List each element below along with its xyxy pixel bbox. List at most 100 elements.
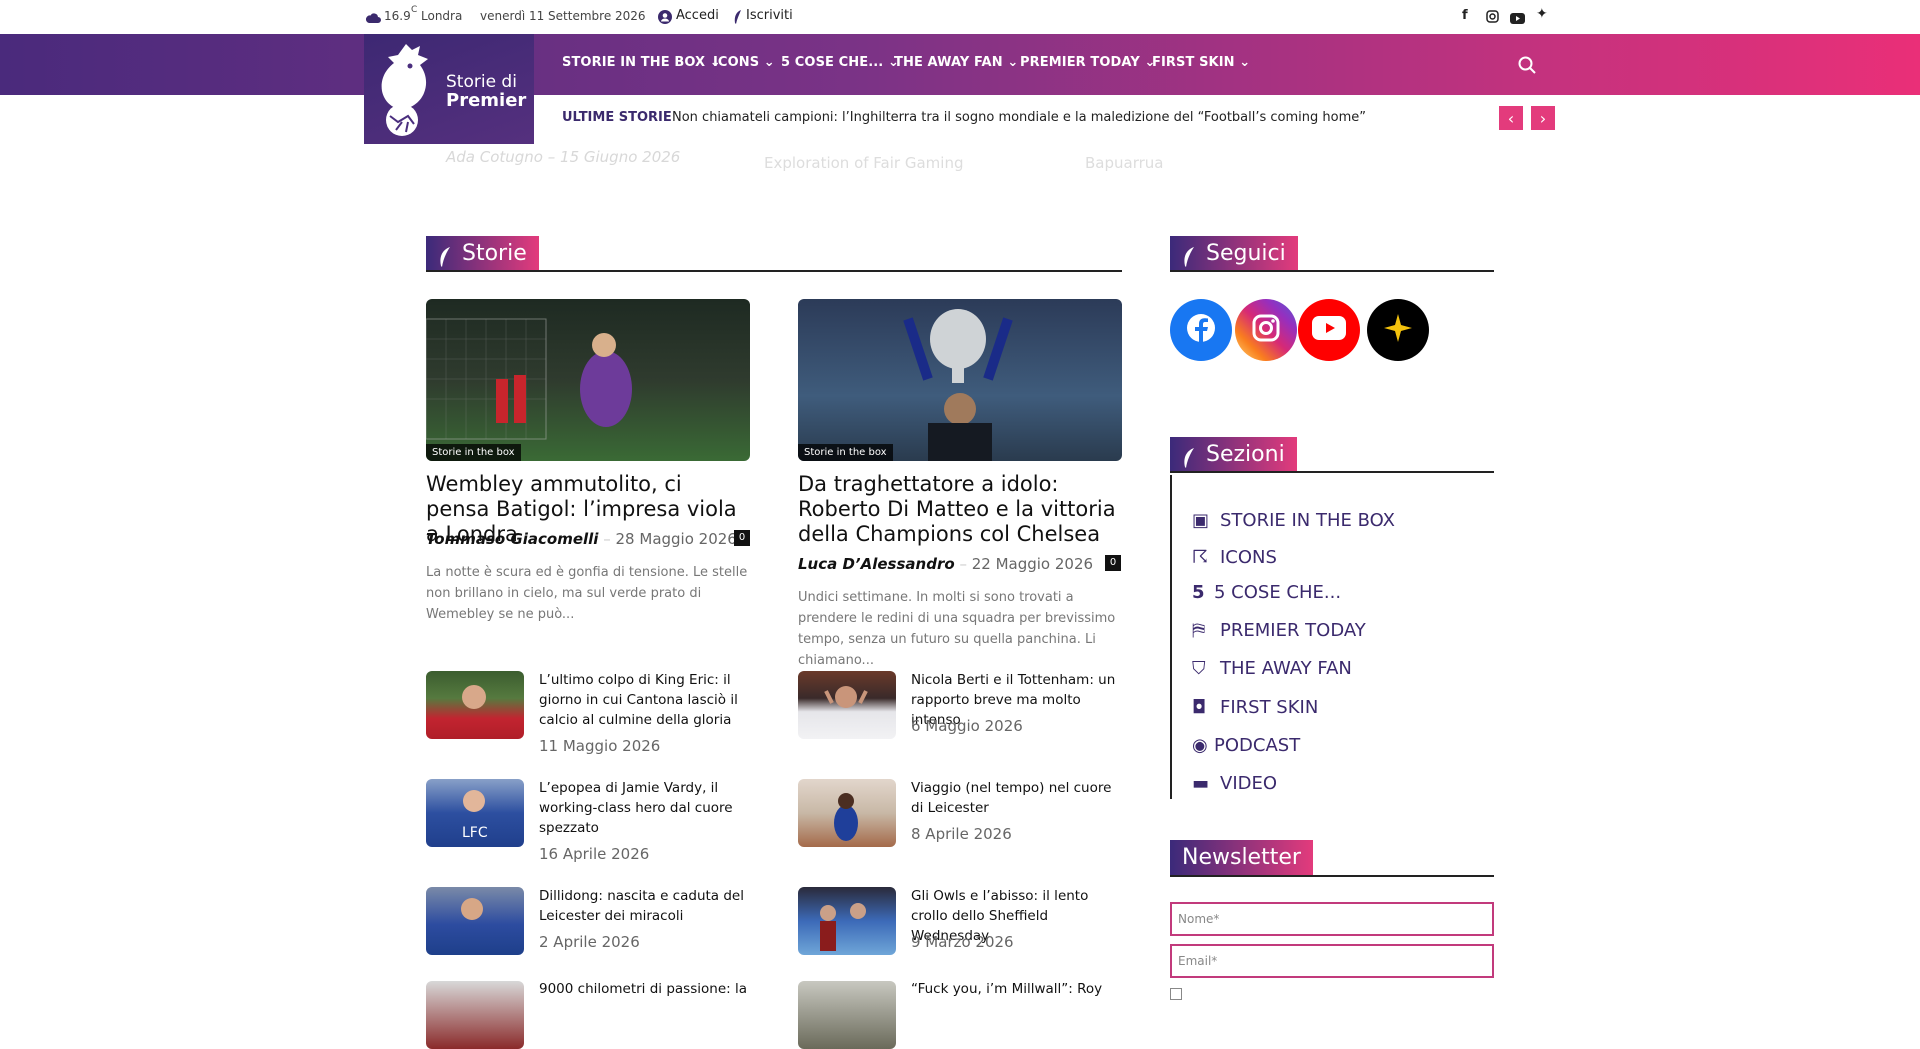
star-icon[interactable]: ✦ (1536, 6, 1548, 22)
menu-item-5-cose-che[interactable]: 5 COSE CHE... ⌄ (781, 55, 899, 70)
article-date: 2 Aprile 2026 (539, 933, 640, 951)
menu-item-icons[interactable]: ICONS ⌄ (713, 55, 775, 70)
article-thumbnail[interactable] (798, 779, 896, 847)
sezioni-section-tag: Sezioni (1170, 437, 1297, 471)
instagram-icon[interactable] (1486, 8, 1499, 27)
sezione-the-away-fan[interactable]: ⛉ THE AWAY FAN (1192, 658, 1352, 679)
top-bar: 16.9 C Londra venerdì 11 Settembre 2026 … (0, 0, 1920, 34)
sezione-label: STORIE IN THE BOX (1220, 510, 1395, 531)
weather-icon (364, 10, 382, 29)
article-thumbnail[interactable] (798, 981, 896, 1049)
sezione-video[interactable]: ▬ VIDEO (1192, 773, 1277, 794)
article-thumbnail[interactable] (426, 887, 524, 955)
shirt-icon: ◘ (1192, 697, 1207, 718)
article-title[interactable]: 9000 chilometri di passione: la (539, 979, 749, 999)
sezione-podcast[interactable]: ◉ PODCAST (1192, 735, 1300, 756)
menu-label: FIRST SKIN (1152, 55, 1235, 70)
author-name[interactable]: Luca D’Alessandro (798, 555, 955, 573)
comment-count[interactable]: 0 (1105, 555, 1121, 571)
ticker-next-button[interactable]: › (1531, 106, 1555, 130)
sezione-label: PODCAST (1214, 735, 1301, 756)
facebook-button[interactable] (1170, 299, 1232, 361)
email-field[interactable]: Email* (1170, 944, 1494, 978)
chevron-down-icon: ⌄ (1002, 55, 1019, 70)
article-thumbnail[interactable]: LFC (426, 779, 524, 847)
featured-title-2[interactable]: Da traghettatore a idolo: Roberto Di Mat… (798, 472, 1122, 547)
article-title[interactable]: Dillidong: nascita e caduta del Leiceste… (539, 886, 749, 926)
search-icon[interactable] (1518, 56, 1536, 78)
privacy-checkbox[interactable] (1170, 988, 1182, 1000)
article-title[interactable]: “Fuck you, i’m Millwall”: Roy (911, 979, 1121, 999)
article-thumbnail[interactable] (798, 887, 896, 955)
featured-excerpt-1: La notte è scura ed è gonfia di tensione… (426, 565, 748, 622)
sezione-premier-today[interactable]: ⛿ PREMIER TODAY (1192, 620, 1366, 641)
menu-item-storie-in-the-box[interactable]: STORIE IN THE BOX ⌄ (562, 55, 721, 70)
sezione-first-skin[interactable]: ◘ FIRST SKIN (1192, 697, 1318, 718)
author-name[interactable]: Tommaso Giacomelli (426, 530, 598, 548)
article-thumbnail[interactable] (426, 671, 524, 739)
article-date: 6 Maggio 2026 (911, 717, 1023, 735)
ticker-headline[interactable]: Non chiamateli campioni: l’Inghilterra t… (672, 110, 1366, 125)
meta-separator: – (603, 530, 616, 548)
menu-label: 5 COSE CHE... (781, 55, 884, 70)
facebook-icon[interactable]: f (1462, 8, 1468, 23)
ticker-label: ULTIME STORIE (562, 110, 672, 125)
sezione-5-cose-che[interactable]: 5 5 COSE CHE... (1192, 582, 1341, 603)
main-navigation: STORIE IN THE BOX ⌄ ICONS ⌄ 5 COSE CHE..… (0, 34, 1920, 95)
chevron-right-icon: › (1539, 108, 1547, 128)
ticker-prev-button[interactable]: ‹ (1499, 106, 1523, 130)
faded-item-2: Exploration of Fair Gaming (764, 154, 964, 172)
menu-item-first-skin[interactable]: FIRST SKIN ⌄ (1152, 55, 1250, 70)
name-field[interactable]: Nome* (1170, 902, 1494, 936)
youtube-icon[interactable] (1510, 9, 1525, 28)
faded-item-3: Bapuarrua (1085, 154, 1164, 172)
instagram-icon (1251, 313, 1281, 347)
article-title[interactable]: L’ultimo colpo di King Eric: il giorno i… (539, 670, 749, 730)
sezioni-left-border (1170, 475, 1172, 799)
category-label[interactable]: Storie in the box (426, 444, 521, 461)
logo-text-line2: Premier (446, 90, 527, 111)
feather-icon (1182, 243, 1198, 267)
newsletter-section-header: Newsletter (1170, 840, 1494, 877)
star-button[interactable] (1367, 299, 1429, 361)
site-logo[interactable]: Storie di Premier (364, 34, 534, 144)
menu-item-the-away-fan[interactable]: THE AWAY FAN ⌄ (894, 55, 1018, 70)
category-label[interactable]: Storie in the box (798, 444, 893, 461)
featured-image-1[interactable]: Storie in the box (426, 299, 750, 461)
newsletter-section-title: Newsletter (1182, 845, 1301, 870)
storie-section-header: Storie (426, 236, 1122, 272)
logo-text-line1: Storie di (446, 72, 517, 92)
five-icon: 5 (1192, 582, 1205, 603)
sezione-label: THE AWAY FAN (1220, 658, 1352, 679)
featured-meta-2: Luca D’Alessandro – 22 Maggio 2026 (798, 555, 1093, 573)
sezione-storie-in-the-box[interactable]: ▣ STORIE IN THE BOX (1192, 510, 1395, 531)
sezione-icons[interactable]: ☈ ICONS (1192, 547, 1277, 568)
login-link[interactable]: Accedi (676, 8, 719, 23)
menu-label: ICONS (713, 55, 760, 70)
star-icon (1382, 312, 1414, 348)
youtube-icon (1312, 316, 1346, 344)
seguici-section-tag: Seguici (1170, 236, 1298, 270)
comment-count[interactable]: 0 (734, 530, 750, 546)
article-thumbnail[interactable] (426, 981, 524, 1049)
featured-image-2[interactable]: Storie in the box (798, 299, 1122, 461)
article-title[interactable]: L’epopea di Jamie Vardy, il working-clas… (539, 778, 749, 838)
menu-label: THE AWAY FAN (894, 55, 1003, 70)
menu-label: PREMIER TODAY (1020, 55, 1140, 70)
sezioni-section-header: Sezioni (1170, 437, 1494, 473)
article-thumbnail[interactable] (798, 671, 896, 739)
youtube-button[interactable] (1298, 299, 1360, 361)
sezione-label: ICONS (1220, 547, 1277, 568)
sezione-label: FIRST SKIN (1220, 697, 1319, 718)
instagram-button[interactable] (1235, 299, 1297, 361)
stadium-icon: ⛿ (1192, 620, 1206, 641)
signup-link[interactable]: Iscriviti (746, 8, 793, 23)
feather-icon (438, 243, 454, 267)
menu-item-premier-today[interactable]: PREMIER TODAY ⌄ (1020, 55, 1155, 70)
chevron-left-icon: ‹ (1507, 108, 1515, 128)
sezione-label: 5 COSE CHE... (1214, 582, 1342, 603)
runner-icon: ☈ (1192, 547, 1209, 568)
user-icon[interactable] (658, 9, 672, 28)
article-date: 9 Marzo 2026 (911, 933, 1014, 951)
article-title[interactable]: Viaggio (nel tempo) nel cuore di Leicest… (911, 778, 1121, 818)
